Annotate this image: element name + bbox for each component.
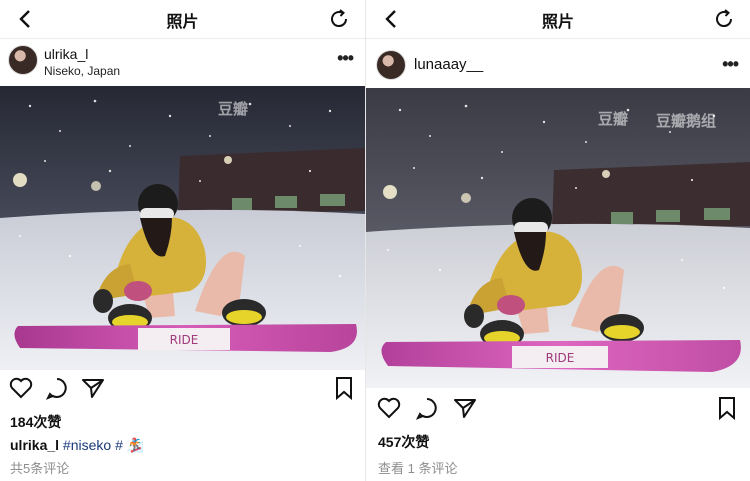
refresh-icon[interactable] — [712, 7, 736, 31]
right-post-panel: 照片 lunaaay__ ••• RIDE 豆瓣 豆瓣鹅组 — [366, 0, 750, 481]
snowboarder-photo-image: RIDE — [366, 88, 750, 388]
heart-icon[interactable] — [8, 375, 34, 401]
bookmark-icon[interactable] — [714, 395, 740, 421]
heart-icon[interactable] — [376, 395, 402, 421]
hashtag-link[interactable]: #niseko — [63, 437, 111, 453]
comment-icon[interactable] — [414, 395, 440, 421]
svg-text:RIDE: RIDE — [170, 333, 199, 347]
comment-icon[interactable] — [44, 375, 70, 401]
action-bar — [366, 395, 750, 425]
more-options-button[interactable]: ••• — [722, 54, 739, 75]
hashtag-extra[interactable]: # — [115, 437, 123, 453]
post-header: ulrika_l Niseko, Japan ••• — [0, 42, 365, 86]
post-photo[interactable]: RIDE 豆瓣 豆瓣鹅组 — [366, 88, 750, 388]
caption-username[interactable]: ulrika_l — [10, 437, 59, 453]
top-nav-bar: 照片 — [0, 0, 365, 39]
page-title: 照片 — [166, 14, 199, 31]
location[interactable]: Niseko, Japan — [44, 64, 120, 78]
likes-count[interactable]: 457次赞 — [378, 432, 429, 452]
likes-count[interactable]: 184次赞 — [10, 412, 61, 432]
action-bar — [0, 375, 365, 405]
post-header: lunaaay__ ••• — [366, 42, 750, 86]
username[interactable]: lunaaay__ — [414, 56, 483, 73]
username[interactable]: ulrika_l — [44, 46, 88, 62]
page-title: 照片 — [541, 14, 574, 31]
post-caption: ulrika_l #niseko # 🏂 — [10, 437, 144, 454]
watermark-logo: 豆瓣 — [598, 111, 629, 128]
comments-link[interactable]: 查看 1 条评论 — [378, 458, 457, 477]
share-icon[interactable] — [80, 375, 106, 401]
avatar[interactable] — [376, 50, 406, 80]
post-photo[interactable]: RIDE 豆瓣 — [0, 86, 365, 370]
snowboard-emoji: 🏂 — [126, 437, 145, 453]
snowboarder-photo-image: RIDE — [0, 86, 365, 370]
more-options-button[interactable]: ••• — [337, 48, 354, 69]
svg-text:RIDE: RIDE — [546, 351, 575, 365]
refresh-icon[interactable] — [327, 7, 351, 31]
top-nav-bar: 照片 — [366, 0, 750, 39]
comments-link[interactable]: 共5条评论 — [10, 458, 69, 477]
left-post-panel: 照片 ulrika_l Niseko, Japan ••• RIDE 豆瓣 18… — [0, 0, 365, 481]
watermark-text: 豆瓣鹅组 — [656, 113, 717, 130]
watermark-logo: 豆瓣 — [218, 101, 249, 118]
bookmark-icon[interactable] — [331, 375, 357, 401]
avatar[interactable] — [8, 45, 38, 75]
share-icon[interactable] — [452, 395, 478, 421]
